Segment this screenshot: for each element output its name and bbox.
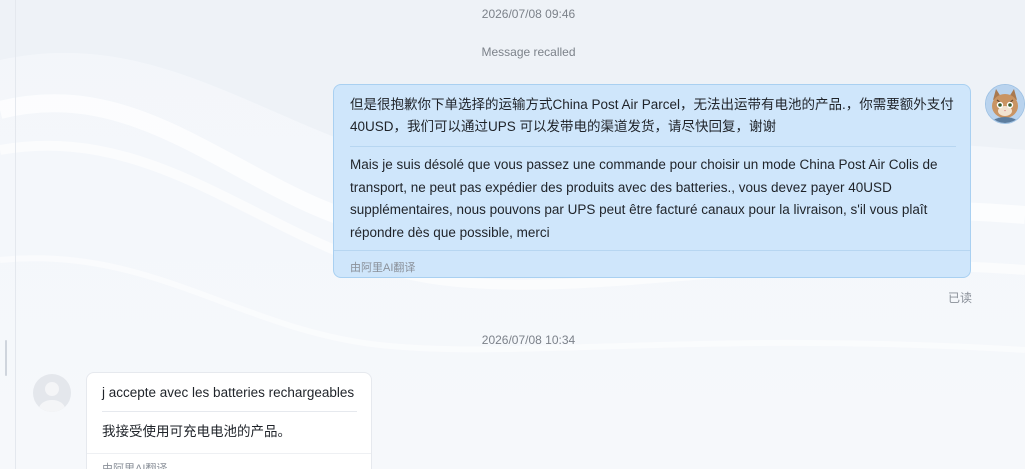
translated-by-label: 由阿里AI翻译: [102, 463, 168, 469]
recalled-notice: Message recalled: [481, 45, 576, 59]
bubble-footer-divider: [334, 250, 970, 251]
bubble-footer-divider: [87, 453, 371, 454]
timestamp: 2026/07/08 09:46: [481, 7, 576, 21]
read-status: 已读: [948, 291, 973, 305]
message-original-text: j accepte avec les batteries rechargeabl…: [102, 385, 355, 400]
message-translation-text: Mais je suis désolé que vous passez une …: [350, 157, 938, 240]
chat-panel: 2026/07/08 09:46 Message recalled 但是很抱歉你…: [0, 0, 1025, 469]
message-original-text: 但是很抱歉你下单选择的运输方式China Post Air Parcel，无法出…: [350, 97, 954, 134]
message-translation-text: 我接受使用可充电电池的产品。: [102, 424, 291, 439]
translation-divider: [102, 411, 357, 412]
translated-by-label: 由阿里AI翻译: [350, 262, 416, 274]
timestamp: 2026/07/08 10:34: [481, 333, 576, 347]
left-divider: [15, 0, 16, 469]
incoming-message-bubble[interactable]: j accepte avec les batteries rechargeabl…: [86, 372, 372, 469]
default-user-avatar-icon[interactable]: [33, 374, 71, 412]
cat-avatar-icon[interactable]: [985, 84, 1025, 124]
translation-divider: [350, 146, 956, 147]
outgoing-message-bubble[interactable]: 但是很抱歉你下单选择的运输方式China Post Air Parcel，无法出…: [333, 84, 971, 278]
